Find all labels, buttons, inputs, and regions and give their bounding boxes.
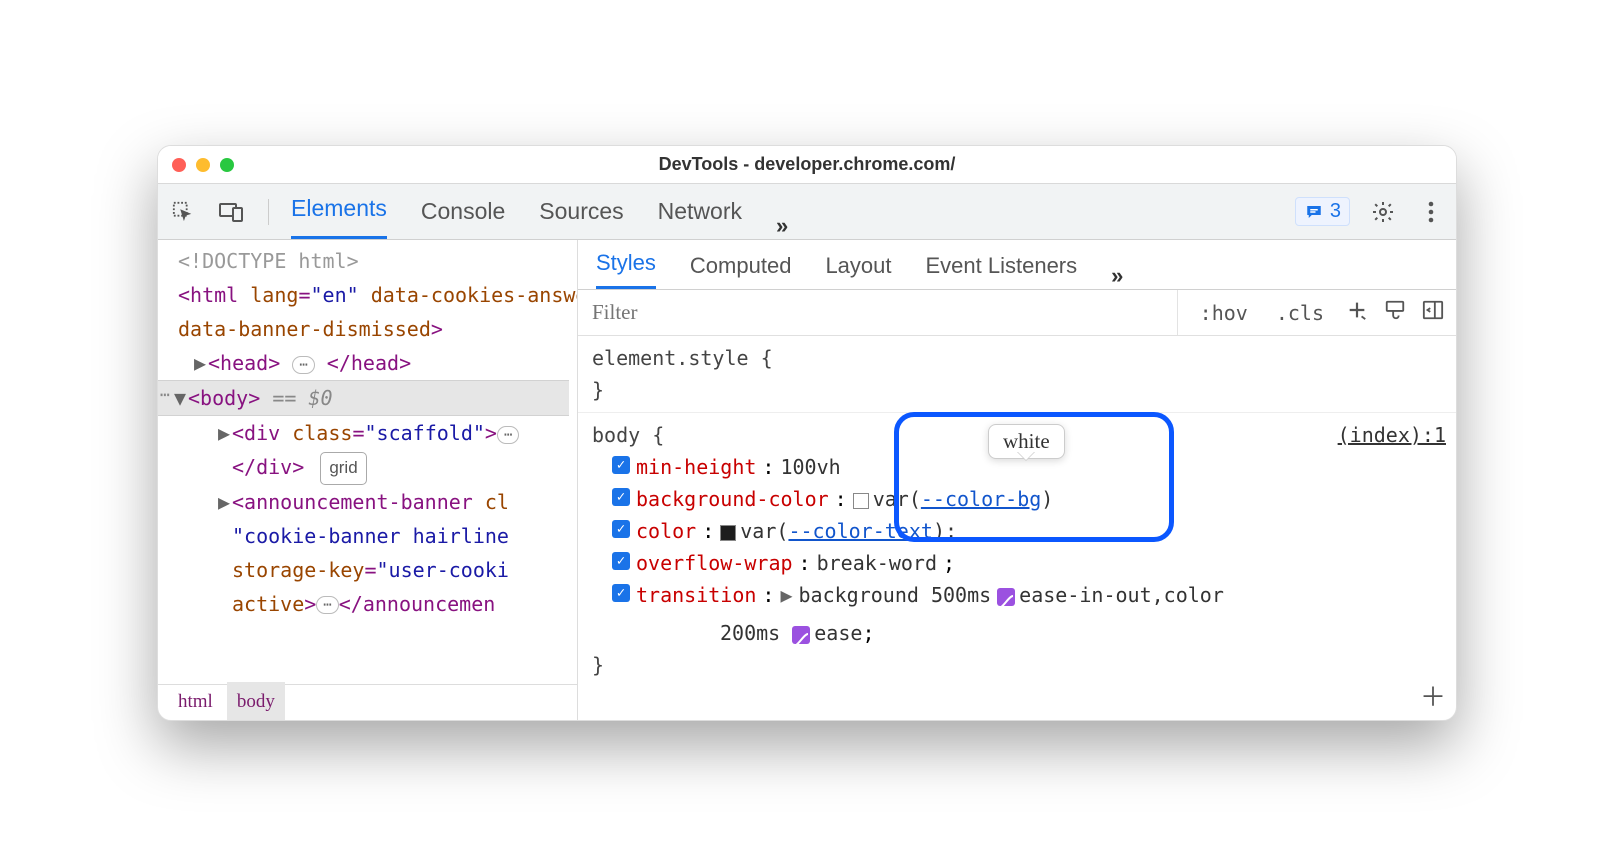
styles-panel: Styles Computed Layout Event Listeners »… (578, 240, 1456, 720)
easing-swatch-icon[interactable] (997, 588, 1015, 606)
color-swatch-white[interactable] (853, 493, 869, 509)
minimize-window-button[interactable] (196, 158, 210, 172)
checkbox-icon[interactable]: ✓ (612, 584, 630, 602)
breadcrumb-body[interactable]: body (227, 682, 285, 721)
prop-transition[interactable]: ✓ transition: ▶ background 500ms ease-in… (592, 579, 1442, 649)
prop-color[interactable]: ✓ color: var(--color-text); (592, 515, 1442, 547)
more-tabs-icon[interactable]: » (776, 213, 788, 239)
filter-toolbar: :hov .cls (578, 290, 1456, 336)
var-tooltip: white (988, 424, 1065, 459)
html-node[interactable]: <html lang="en" data-cookies-answered da… (178, 278, 569, 346)
devtools-window: DevTools - developer.chrome.com/ Element… (157, 145, 1457, 721)
messages-badge[interactable]: 3 (1295, 197, 1350, 226)
breadcrumb-html[interactable]: html (168, 682, 223, 721)
grid-badge[interactable]: grid (320, 452, 366, 485)
breadcrumb: html body (158, 684, 577, 720)
tab-network[interactable]: Network (658, 184, 742, 239)
add-declaration-icon[interactable]: ＋ (1420, 677, 1446, 714)
tab-elements[interactable]: Elements (291, 181, 387, 239)
main-toolbar: Elements Console Sources Network » 3 (158, 184, 1456, 240)
new-style-rule-icon[interactable] (1346, 299, 1368, 326)
subtab-layout[interactable]: Layout (825, 243, 891, 289)
dom-tree[interactable]: <!DOCTYPE html> <html lang="en" data-coo… (158, 240, 578, 720)
expand-shorthand-icon[interactable]: ▶ (780, 579, 792, 611)
var-link-color-text[interactable]: --color-text (788, 519, 933, 543)
tab-sources[interactable]: Sources (539, 184, 623, 239)
selector-element-style[interactable]: element.style (592, 346, 749, 370)
panels-body: <!DOCTYPE html> <html lang="en" data-coo… (158, 240, 1456, 720)
tooltip-text: white (1003, 429, 1050, 453)
device-toggle-icon[interactable] (216, 197, 246, 227)
close-window-button[interactable] (172, 158, 186, 172)
color-swatch-black[interactable] (720, 525, 736, 541)
prop-overflow-wrap[interactable]: ✓ overflow-wrap: break-word; (592, 547, 1442, 579)
body-node-selected[interactable]: ⋯ ▼<body> == $0 (158, 380, 569, 416)
source-link[interactable]: (index):1 (1338, 419, 1446, 451)
ellipsis-icon[interactable]: ⋯ (292, 356, 314, 374)
style-rules-list: element.style { } (index):1 body { ✓ min… (578, 336, 1456, 720)
dollar-zero-indicator: == $0 (272, 386, 332, 410)
paint-brush-icon[interactable] (1384, 299, 1406, 326)
var-link-color-bg[interactable]: --color-bg (921, 487, 1041, 511)
hov-toggle[interactable]: :hov (1194, 301, 1254, 325)
rule-element-style[interactable]: element.style { } (578, 336, 1456, 413)
messages-count: 3 (1330, 200, 1341, 223)
checkbox-icon[interactable]: ✓ (612, 456, 630, 474)
kebab-menu-icon[interactable] (1416, 197, 1446, 227)
panel-tabs: Elements Console Sources Network » (291, 184, 788, 239)
toolbar-divider (268, 199, 269, 225)
head-node[interactable]: ▶<head> ⋯ </head> (178, 346, 569, 380)
div-scaffold-node[interactable]: ▶<div class="scaffold">⋯ </div> grid (178, 416, 569, 485)
settings-icon[interactable] (1368, 197, 1398, 227)
prop-background-color[interactable]: ✓ background-color: var(--color-bg) (592, 483, 1442, 515)
more-subtabs-icon[interactable]: » (1111, 263, 1123, 289)
window-controls (158, 158, 234, 172)
checkbox-icon[interactable]: ✓ (612, 552, 630, 570)
subtab-computed[interactable]: Computed (690, 243, 792, 289)
styles-filter-input[interactable] (578, 290, 1178, 335)
announcement-banner-node[interactable]: ▶<announcement-banner cl "cookie-banner … (178, 485, 569, 621)
subtab-styles[interactable]: Styles (596, 240, 656, 289)
checkbox-icon[interactable]: ✓ (612, 520, 630, 538)
window-title: DevTools - developer.chrome.com/ (158, 154, 1456, 175)
tab-console[interactable]: Console (421, 184, 505, 239)
zoom-window-button[interactable] (220, 158, 234, 172)
inspect-icon[interactable] (168, 197, 198, 227)
doctype-node[interactable]: <!DOCTYPE html> (178, 244, 569, 278)
cls-toggle[interactable]: .cls (1270, 301, 1330, 325)
subtab-event-listeners[interactable]: Event Listeners (926, 243, 1078, 289)
checkbox-icon[interactable]: ✓ (612, 488, 630, 506)
easing-swatch-icon[interactable] (792, 626, 810, 644)
titlebar: DevTools - developer.chrome.com/ (158, 146, 1456, 184)
sidebar-tabs: Styles Computed Layout Event Listeners » (578, 240, 1456, 290)
selector-body[interactable]: body (592, 423, 640, 447)
toggle-sidebar-icon[interactable] (1422, 299, 1444, 326)
